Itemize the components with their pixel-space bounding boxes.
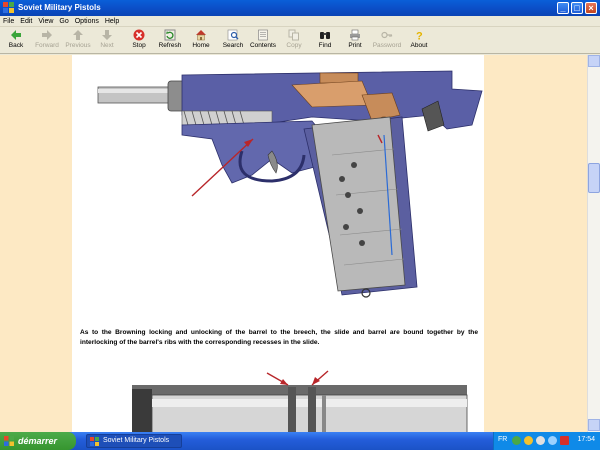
stop-icon xyxy=(133,29,145,41)
help-viewer-app-icon xyxy=(90,437,99,446)
barrel-ribs-illustration xyxy=(132,370,468,432)
printer-icon xyxy=(350,29,360,41)
content-area: As to the Browning locking and unlocking… xyxy=(0,55,587,432)
clock: 17:54 xyxy=(577,436,595,443)
search-icon xyxy=(227,29,239,41)
key-icon xyxy=(381,31,393,39)
menu-file[interactable]: File xyxy=(0,16,17,27)
close-button[interactable]: × xyxy=(585,2,597,14)
forward-button[interactable]: Forward xyxy=(32,29,62,53)
tray-app-icon[interactable] xyxy=(560,436,569,445)
scroll-up-button[interactable] xyxy=(588,55,600,67)
refresh-icon xyxy=(164,29,176,41)
menu-help[interactable]: Help xyxy=(102,16,122,27)
contents-button[interactable]: Contents xyxy=(248,29,278,53)
previous-button[interactable]: Previous xyxy=(64,29,92,53)
back-button[interactable]: Back xyxy=(4,29,28,53)
help-viewer-app-icon xyxy=(3,2,14,13)
find-button[interactable]: Find xyxy=(315,29,335,53)
about-button[interactable]: ? About xyxy=(408,29,430,53)
stop-button[interactable]: Stop xyxy=(128,29,150,53)
start-label: démarrer xyxy=(18,436,58,446)
help-question-icon: ? xyxy=(416,31,423,42)
title-bar: Soviet Military Pistols _ □ × xyxy=(0,0,600,16)
tray-shield-icon[interactable] xyxy=(548,436,557,445)
minimize-button[interactable]: _ xyxy=(557,2,569,14)
tray-messenger-icon[interactable] xyxy=(524,436,533,445)
contents-book-icon xyxy=(258,29,268,41)
system-tray: FR 17:54 xyxy=(493,432,600,450)
scroll-thumb[interactable] xyxy=(588,163,600,193)
windows-logo-icon xyxy=(4,436,14,446)
binoculars-icon xyxy=(320,32,330,39)
forward-arrow-icon xyxy=(42,30,52,40)
menu-options[interactable]: Options xyxy=(72,16,102,27)
document-page: As to the Browning locking and unlocking… xyxy=(72,55,484,432)
copy-icon xyxy=(288,29,299,41)
up-arrow-icon xyxy=(73,30,83,40)
print-button[interactable]: Print xyxy=(344,29,366,53)
language-indicator[interactable]: FR xyxy=(498,436,507,443)
taskbar-item-label: Soviet Military Pistols xyxy=(103,437,170,444)
tray-network-icon[interactable] xyxy=(512,436,521,445)
next-button[interactable]: Next xyxy=(96,29,118,53)
search-button[interactable]: Search xyxy=(220,29,246,53)
pistol-cutaway-illustration xyxy=(97,70,483,298)
scroll-down-button[interactable] xyxy=(588,419,600,431)
copy-button[interactable]: Copy xyxy=(284,29,304,53)
taskbar: démarrer Soviet Military Pistols FR 17:5… xyxy=(0,432,600,450)
maximize-button[interactable]: □ xyxy=(571,2,583,14)
back-arrow-icon xyxy=(11,30,21,40)
menu-bar: File Edit View Go Options Help xyxy=(0,16,600,27)
start-button[interactable]: démarrer xyxy=(0,432,76,450)
menu-go[interactable]: Go xyxy=(56,16,71,27)
refresh-button[interactable]: Refresh xyxy=(156,29,184,53)
down-arrow-icon xyxy=(102,30,112,40)
vertical-scrollbar[interactable] xyxy=(587,55,600,432)
home-button[interactable]: Home xyxy=(190,29,212,53)
tray-volume-icon[interactable] xyxy=(536,436,545,445)
toolbar: Back Forward Previous Next Stop Refresh … xyxy=(0,28,600,54)
home-icon xyxy=(196,30,206,41)
password-button[interactable]: Password xyxy=(371,29,403,53)
menu-view[interactable]: View xyxy=(35,16,56,27)
taskbar-item-soviet-military-pistols[interactable]: Soviet Military Pistols xyxy=(86,434,182,448)
caption-text: As to the Browning locking and unlocking… xyxy=(80,329,478,346)
menu-edit[interactable]: Edit xyxy=(17,16,35,27)
svg-text:?: ? xyxy=(416,31,423,42)
window-title: Soviet Military Pistols xyxy=(18,3,101,12)
